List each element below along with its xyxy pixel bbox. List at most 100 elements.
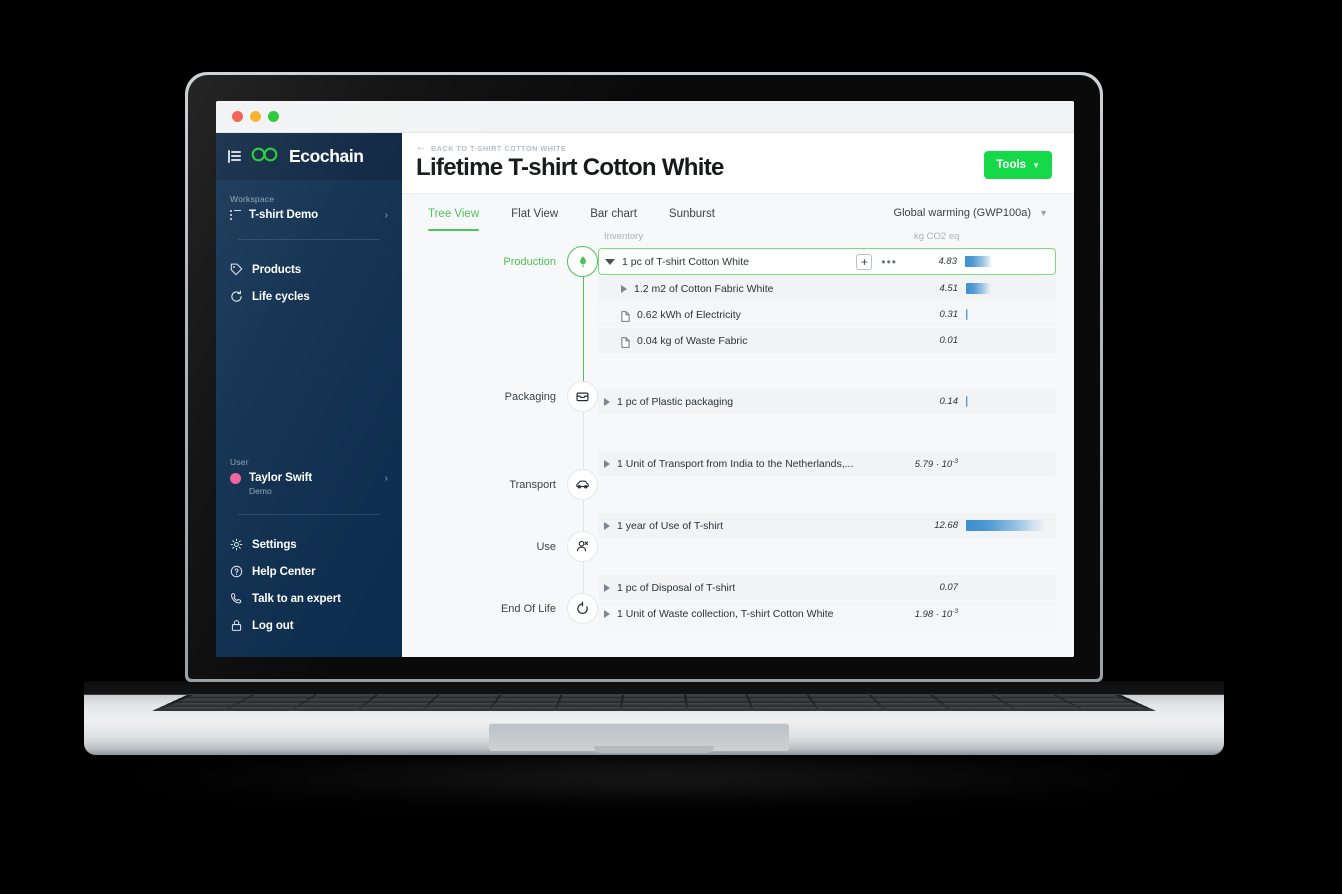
column-header-unit: kg CO2 eq	[914, 231, 960, 243]
row-value: 0.31	[939, 309, 959, 321]
sidebar-item-settings[interactable]: Settings	[230, 531, 388, 558]
sidebar-item-life-cycles[interactable]: Life cycles	[230, 283, 388, 310]
row-label: 1 pc of Plastic packaging	[617, 395, 734, 408]
table-row[interactable]: 1 pc of Plastic packaging 0.14	[598, 389, 1056, 415]
row-label: 0.04 kg of Waste Fabric	[637, 334, 748, 347]
column-header-inventory: Inventory	[604, 231, 644, 243]
document-icon	[621, 309, 630, 323]
row-value: 4.51	[939, 283, 959, 295]
inventory-table: Inventory kg CO2 eq 1 pc of T-shirt Cott…	[598, 231, 1056, 627]
tree-grid: Production Packaging Transport Use End O…	[402, 231, 1074, 657]
tree-view-panel: Production Packaging Transport Use End O…	[402, 231, 1074, 657]
chevron-down-icon: ▼	[1032, 160, 1040, 170]
sidebar-divider-top	[238, 239, 380, 240]
sidebar-item-log-out[interactable]: Log out	[230, 612, 388, 639]
caret-right-icon[interactable]	[604, 459, 610, 468]
stage-use[interactable]: Use	[402, 531, 598, 563]
table-row[interactable]: 0.04 kg of Waste Fabric 0.01	[598, 328, 1056, 354]
list-icon	[230, 210, 241, 220]
tab-label: Tree View	[428, 208, 480, 221]
infinity-logo-icon	[250, 147, 280, 167]
table-row[interactable]: 0.62 kWh of Electricity 0.31	[598, 302, 1056, 328]
bar-fill	[966, 309, 968, 321]
workspace-section: Workspace T-shirt Demo ›	[216, 180, 402, 221]
gear-icon	[230, 538, 243, 551]
page-title: Lifetime T-shirt Cotton White	[416, 154, 724, 181]
group-gap	[598, 354, 1056, 389]
tab-tree-view[interactable]: Tree View	[412, 194, 495, 232]
sidebar-brand[interactable]: Ecochain	[216, 133, 402, 180]
row-bar	[966, 276, 1056, 301]
sidebar-item-label: Life cycles	[252, 290, 310, 303]
stage-label: Use	[536, 540, 556, 553]
window-titlebar	[216, 101, 1074, 133]
sidebar-item-talk-to-an-expert[interactable]: Talk to an expert	[230, 585, 388, 612]
breadcrumb[interactable]: ← BACK TO T-SHIRT COTTON WHITE	[416, 143, 984, 153]
table-row[interactable]: 1.2 m2 of Cotton Fabric White 4.51	[598, 276, 1056, 302]
user-name: Taylor Swift	[249, 472, 313, 484]
minimize-button[interactable]	[250, 111, 261, 122]
breadcrumb-label: BACK TO T-SHIRT COTTON WHITE	[431, 143, 567, 153]
row-label: 1 pc of Disposal of T-shirt	[617, 581, 736, 594]
user-selector[interactable]: Taylor Swift ›	[230, 472, 388, 484]
stage-transport[interactable]: Transport	[402, 469, 598, 501]
caret-right-icon[interactable]	[604, 583, 610, 592]
laptop-base	[84, 681, 1224, 755]
row-bar	[966, 601, 1056, 626]
lifecycle-stage-rail: Production Packaging Transport Use End O…	[402, 231, 598, 657]
laptop-bezel: Ecochain Workspace T-shirt Demo › Produc…	[188, 75, 1100, 679]
add-row-button[interactable]: +	[856, 253, 873, 270]
sidebar-main-nav: Products Life cycles	[216, 256, 402, 310]
close-button[interactable]	[232, 111, 243, 122]
tools-button[interactable]: Tools ▼	[984, 151, 1052, 179]
impact-method-selector[interactable]: Global warming (GWP100a) ▼	[894, 207, 1052, 219]
tab-bar-chart[interactable]: Bar chart	[574, 194, 653, 231]
tab-flat-view[interactable]: Flat View	[495, 194, 574, 231]
chevron-right-icon: ›	[384, 472, 388, 484]
table-row[interactable]: 1 pc of Disposal of T-shirt 0.07	[598, 575, 1056, 601]
sidebar-divider-bottom	[238, 514, 380, 515]
zoom-button[interactable]	[268, 111, 279, 122]
table-row[interactable]: 1 year of Use of T-shirt 12.68	[598, 513, 1056, 539]
table-row[interactable]: 1 Unit of Waste collection, T-shirt Cott…	[598, 601, 1056, 627]
screen: Ecochain Workspace T-shirt Demo › Produc…	[216, 101, 1074, 657]
hamburger-icon[interactable]	[228, 150, 241, 163]
stage-end-of-life[interactable]: End Of Life	[402, 593, 598, 625]
page-header: ← BACK TO T-SHIRT COTTON WHITE Lifetime …	[402, 133, 1074, 194]
user-label: User	[230, 457, 249, 467]
truck-icon	[567, 469, 598, 501]
content-fade	[402, 635, 1074, 657]
rail-line-active	[582, 277, 584, 398]
more-options-button[interactable]: •••	[881, 256, 897, 268]
lock-icon	[230, 619, 243, 632]
stage-production[interactable]: Production	[402, 246, 598, 278]
caret-right-icon[interactable]	[621, 284, 627, 293]
chevron-right-icon: ›	[384, 209, 388, 221]
table-row[interactable]: 1 pc of T-shirt Cotton White + ••• 4.83	[598, 248, 1056, 276]
row-value: 0.07	[939, 582, 959, 594]
lid-notch	[594, 745, 714, 753]
tab-sunburst[interactable]: Sunburst	[653, 194, 731, 231]
table-row[interactable]: 1 Unit of Transport from India to the Ne…	[598, 451, 1056, 477]
factory-icon	[567, 246, 598, 278]
brand-name: Ecochain	[289, 146, 364, 166]
row-label: 1 Unit of Transport from India to the Ne…	[617, 457, 854, 470]
sidebar-item-products[interactable]: Products	[230, 256, 388, 283]
stage-label: Transport	[509, 478, 556, 491]
workspace-name: T-shirt Demo	[249, 209, 319, 221]
caret-right-icon[interactable]	[604, 397, 610, 406]
refresh-icon	[230, 290, 243, 303]
caret-down-icon[interactable]	[605, 258, 615, 265]
caret-right-icon[interactable]	[604, 609, 610, 618]
sidebar-item-label: Settings	[252, 538, 297, 551]
row-value: 5.79 · 10-3	[914, 457, 958, 470]
stage-packaging[interactable]: Packaging	[402, 381, 598, 413]
impact-method-value: Global warming (GWP100a)	[893, 206, 1032, 219]
workspace-selector[interactable]: T-shirt Demo ›	[230, 209, 388, 221]
row-value: 12.68	[934, 520, 958, 532]
sidebar-item-help-center[interactable]: Help Center	[230, 558, 388, 585]
caret-right-icon[interactable]	[604, 521, 610, 530]
bar-fill	[965, 256, 992, 268]
recycle-icon	[567, 593, 598, 625]
